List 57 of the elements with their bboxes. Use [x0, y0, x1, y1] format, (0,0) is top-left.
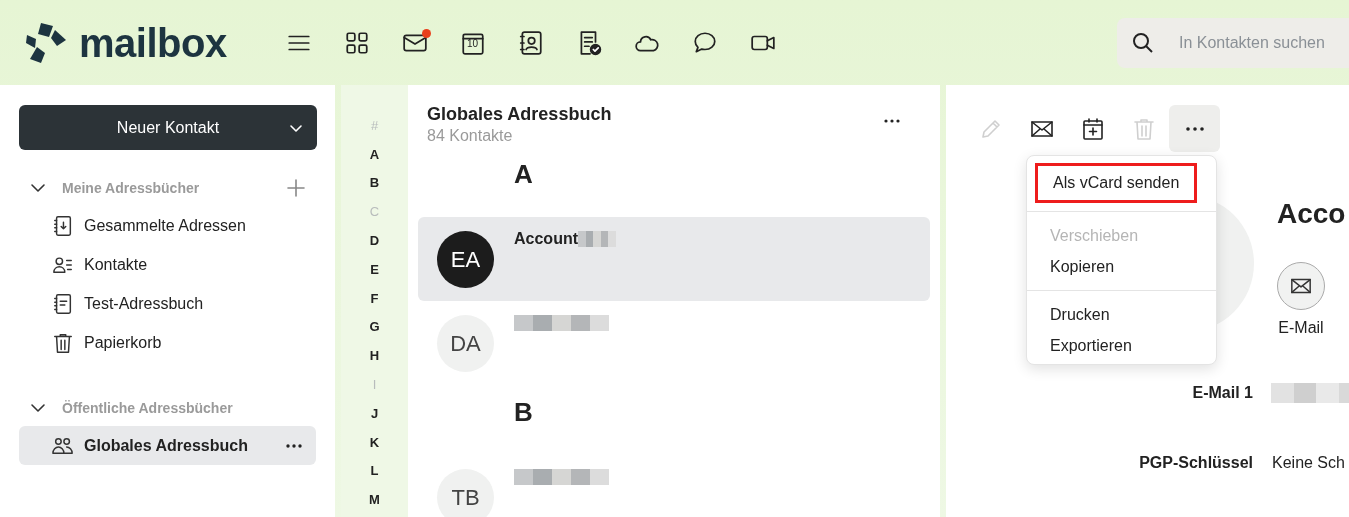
plus-icon[interactable] — [287, 179, 305, 197]
sidebar-item[interactable]: Globales Adressbuch — [19, 426, 316, 465]
contact-row[interactable]: TB — [418, 455, 930, 517]
sidebar-item[interactable]: Gesammelte Adressen — [19, 206, 316, 245]
field-label: PGP-Schlüssel — [1138, 453, 1253, 473]
apps-icon — [344, 29, 370, 56]
letter-index-link[interactable]: M — [369, 485, 380, 515]
letter-index-link[interactable]: K — [369, 427, 380, 457]
calendar-button[interactable]: 10 — [444, 22, 502, 63]
more-icon[interactable] — [286, 443, 302, 448]
contact-count: 84 Kontakte — [427, 126, 514, 146]
calendar-plus-icon — [1080, 116, 1105, 141]
search-field[interactable]: In Kontakten suchen — [1117, 17, 1349, 68]
letter-index-link[interactable]: H — [369, 341, 380, 371]
new-contact-button[interactable]: Neuer Kontakt — [19, 105, 317, 150]
import-book-icon — [52, 214, 74, 237]
letter-index-link[interactable]: G — [369, 312, 380, 342]
menu-item[interactable]: Exportieren — [1027, 330, 1216, 361]
email-action-button[interactable] — [1277, 262, 1325, 310]
avatar: TB — [437, 469, 494, 517]
sidebar-item[interactable]: Kontakte — [19, 245, 316, 284]
letter-index-link[interactable]: A — [369, 139, 380, 169]
avatar: DA — [437, 315, 494, 372]
trash-icon — [52, 331, 74, 354]
menu-item[interactable]: Drucken — [1027, 299, 1216, 330]
menu-item[interactable]: Als vCard senden — [1035, 163, 1198, 203]
field-label: E-Mail 1 — [1191, 383, 1253, 403]
sidebar-item[interactable]: Test-Adressbuch — [19, 284, 316, 323]
letter-index-link[interactable]: L — [370, 456, 379, 486]
action-label: E-Mail — [1278, 318, 1324, 338]
avatar: EA — [437, 231, 494, 288]
list-title: Globales Adressbuch — [427, 103, 613, 125]
section-heading: Meine Adressbücher — [62, 178, 200, 198]
section-letter: B — [514, 397, 533, 427]
contact-title: Acco — [1277, 197, 1346, 231]
chat-bubble-icon — [692, 29, 718, 56]
letter-index-link[interactable]: B — [369, 168, 380, 198]
letter-index-link[interactable]: F — [370, 283, 379, 313]
calendar-day: 10 — [467, 38, 479, 49]
trash-icon — [1131, 116, 1156, 141]
search-icon — [1131, 30, 1155, 55]
contact-name: Account — [514, 229, 578, 249]
menu-item[interactable]: Kopieren — [1027, 251, 1216, 282]
section-letter: A — [514, 159, 533, 189]
more-icon — [1185, 126, 1204, 131]
field-value: Keine Sch — [1272, 453, 1345, 473]
sidebar-item[interactable]: Papierkorb — [19, 323, 316, 362]
section-heading: Öffentliche Adressbücher — [62, 398, 233, 418]
more-icon[interactable] — [884, 119, 900, 123]
contact-row[interactable]: DA — [418, 301, 930, 385]
letter-index-link[interactable]: J — [370, 398, 379, 428]
address-book-icon — [518, 29, 544, 56]
letter-index-link[interactable]: D — [369, 226, 380, 255]
contact-row[interactable]: EA Account — [418, 217, 930, 301]
address-book-icon — [52, 292, 74, 315]
logo-text: mailbox — [79, 22, 227, 63]
letter-index-link[interactable]: E — [370, 255, 379, 284]
